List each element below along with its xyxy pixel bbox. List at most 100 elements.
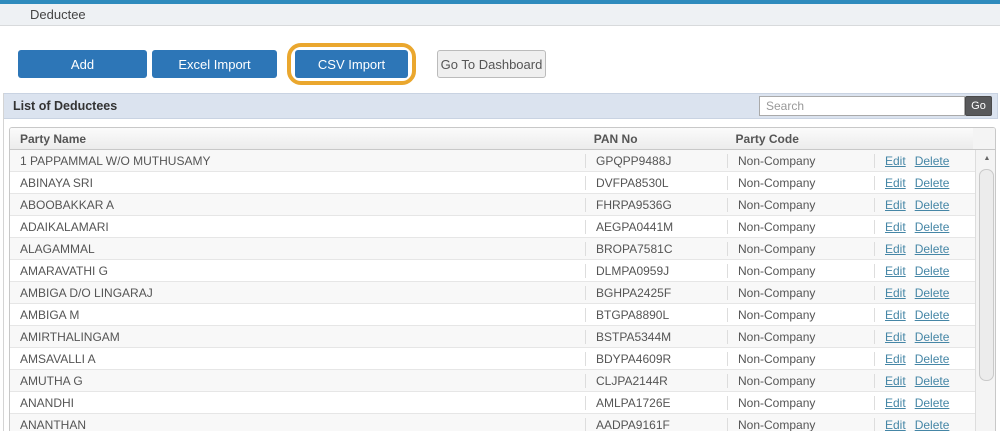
add-button[interactable]: Add [18,50,147,78]
delete-link[interactable]: Delete [915,352,950,366]
excel-import-button[interactable]: Excel Import [152,50,277,78]
scrollbar-thumb[interactable] [979,169,994,381]
toolbar: Add Excel Import CSV Import Go To Dashbo… [18,43,1000,85]
delete-link[interactable]: Delete [915,286,950,300]
actions-cell: Edit Delete [874,197,975,212]
csv-import-button[interactable]: CSV Import [295,50,408,78]
pan-no-cell: AADPA9161F [585,417,727,431]
party-name-cell: ABINAYA SRI [20,175,93,190]
actions-cell: Edit Delete [874,153,975,168]
actions-cell: Edit Delete [874,175,975,190]
actions-cell: Edit Delete [874,285,975,300]
column-header-party-code[interactable]: Party Code [726,132,873,146]
edit-link[interactable]: Edit [885,418,906,431]
party-code-cell: Non-Company [727,153,874,168]
search-area: Go [759,96,992,116]
party-code-cell: Non-Company [727,263,874,278]
actions-cell: Edit Delete [874,329,975,344]
delete-link[interactable]: Delete [915,418,950,431]
pan-no-cell: BDYPA4609R [585,351,727,366]
pan-no-cell: AEGPA0441M [585,219,727,234]
table-row: AMUTHA G CLJPA2144R Non-Company Edit Delete [10,370,975,392]
pan-no-cell: FHRPA9536G [585,197,727,212]
edit-link[interactable]: Edit [885,198,906,212]
table-row: AMIRTHALINGAM BSTPA5344M Non-Company Edit De… [10,326,975,348]
delete-link[interactable]: Delete [915,330,950,344]
party-code-cell: Non-Company [727,395,874,410]
table-scrollbar-track[interactable]: ▲ [975,150,995,431]
party-name-cell: AMBIGA D/O LINGARAJ [20,285,153,300]
edit-link[interactable]: Edit [885,176,906,190]
list-header-band: List of Deductees Go [4,93,998,119]
actions-cell: Edit Delete [874,241,975,256]
edit-link[interactable]: Edit [885,396,906,410]
party-name-cell: AMBIGA M [20,307,80,322]
column-header-party-name[interactable]: Party Name [10,132,584,146]
delete-link[interactable]: Delete [915,374,950,388]
actions-cell: Edit Delete [874,373,975,388]
table-row: ADAIKALAMARI AEGPA0441M Non-Company Edit Del… [10,216,975,238]
table-row: 1 PAPPAMMAL W/O MUTHUSAMY GPQPP9488J Non-C… [10,150,975,172]
party-code-cell: Non-Company [727,351,874,366]
edit-link[interactable]: Edit [885,352,906,366]
party-code-cell: Non-Company [727,241,874,256]
party-code-cell: Non-Company [727,329,874,344]
search-go-button[interactable]: Go [965,96,992,116]
pan-no-cell: GPQPP9488J [585,153,727,168]
actions-cell: Edit Delete [874,351,975,366]
deductee-list-panel: List of Deductees Go Party Name PAN No P… [3,93,1000,431]
delete-link[interactable]: Delete [915,154,950,168]
pan-no-cell: DVFPA8530L [585,175,727,190]
column-header-pan-no[interactable]: PAN No [584,132,726,146]
delete-link[interactable]: Delete [915,242,950,256]
edit-link[interactable]: Edit [885,154,906,168]
party-code-cell: Non-Company [727,197,874,212]
edit-link[interactable]: Edit [885,308,906,322]
party-code-cell: Non-Company [727,417,874,431]
party-name-cell: 1 PAPPAMMAL W/O MUTHUSAMY [20,153,211,168]
table-row: ANANDHI AMLPA1726E Non-Company Edit Delete [10,392,975,414]
go-to-dashboard-button[interactable]: Go To Dashboard [437,50,546,78]
scrollbar[interactable]: ▲ [976,150,995,431]
party-code-cell: Non-Company [727,307,874,322]
edit-link[interactable]: Edit [885,286,906,300]
edit-link[interactable]: Edit [885,374,906,388]
party-code-cell: Non-Company [727,219,874,234]
party-name-cell: AMIRTHALINGAM [20,329,120,344]
edit-link[interactable]: Edit [885,220,906,234]
party-name-cell: AMARAVATHI G [20,263,109,278]
delete-link[interactable]: Delete [915,264,950,278]
pan-no-cell: AMLPA1726E [585,395,727,410]
table-row: ABINAYA SRI DVFPA8530L Non-Company Edit Dele… [10,172,975,194]
page-header: Deductee [0,4,1000,26]
search-input[interactable] [759,96,965,116]
pan-no-cell: BROPA7581C [585,241,727,256]
page-title: Deductee [30,7,86,22]
edit-link[interactable]: Edit [885,330,906,344]
party-code-cell: Non-Company [727,285,874,300]
party-name-cell: AMSAVALLI A [20,351,96,366]
table-row: AMARAVATHI G DLMPA0959J Non-Company Edit Del… [10,260,975,282]
table-body-wrap: 1 PAPPAMMAL W/O MUTHUSAMY GPQPP9488J Non-C… [10,150,995,431]
delete-link[interactable]: Delete [915,176,950,190]
deductees-table: Party Name PAN No Party Code 1 PAPPAMMAL… [9,127,996,431]
actions-cell: Edit Delete [874,219,975,234]
pan-no-cell: BTGPA8890L [585,307,727,322]
table-row: AMBIGA D/O LINGARAJ BGHPA2425F Non-Company… [10,282,975,304]
edit-link[interactable]: Edit [885,264,906,278]
edit-link[interactable]: Edit [885,242,906,256]
delete-link[interactable]: Delete [915,220,950,234]
table-row: ANANTHAN AADPA9161F Non-Company Edit Delete [10,414,975,431]
table-row: AMSAVALLI A BDYPA4609R Non-Company Edit Dele… [10,348,975,370]
scroll-up-arrow-icon[interactable]: ▲ [976,150,995,167]
delete-link[interactable]: Delete [915,396,950,410]
pan-no-cell: BSTPA5344M [585,329,727,344]
delete-link[interactable]: Delete [915,198,950,212]
party-code-cell: Non-Company [727,175,874,190]
table-row: AMBIGA M BTGPA8890L Non-Company Edit Delete [10,304,975,326]
actions-cell: Edit Delete [874,263,975,278]
delete-link[interactable]: Delete [915,308,950,322]
party-code-cell: Non-Company [727,373,874,388]
party-name-cell: AMUTHA G [20,373,83,388]
party-name-cell: ANANDHI [20,395,75,410]
